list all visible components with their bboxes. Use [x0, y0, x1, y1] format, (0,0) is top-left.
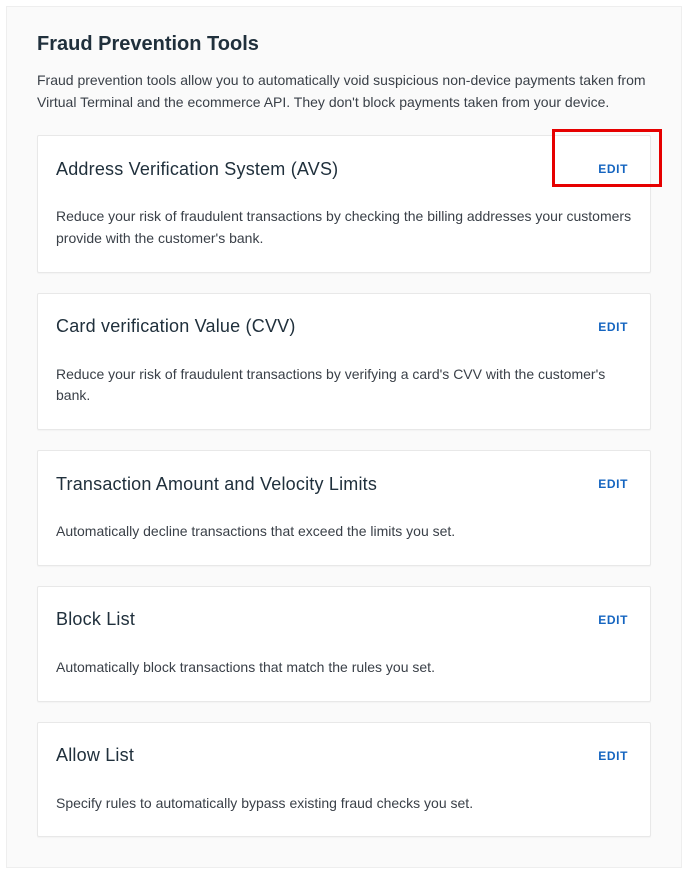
edit-button-blocklist[interactable]: EDIT: [594, 607, 632, 633]
edit-button-avs[interactable]: EDIT: [594, 156, 632, 182]
card-title-allowlist: Allow List: [56, 745, 134, 766]
card-title-cvv: Card verification Value (CVV): [56, 316, 296, 337]
card-header: Address Verification System (AVS) EDIT: [56, 156, 632, 182]
page-title: Fraud Prevention Tools: [37, 33, 651, 56]
card-header: Allow List EDIT: [56, 743, 632, 769]
card-body-velocity: Automatically decline transactions that …: [56, 521, 632, 543]
card-body-allowlist: Specify rules to automatically bypass ex…: [56, 793, 632, 815]
card-velocity: Transaction Amount and Velocity Limits E…: [37, 450, 651, 566]
card-allowlist: Allow List EDIT Specify rules to automat…: [37, 722, 651, 838]
edit-button-allowlist[interactable]: EDIT: [594, 743, 632, 769]
card-header: Transaction Amount and Velocity Limits E…: [56, 471, 632, 497]
card-body-avs: Reduce your risk of fraudulent transacti…: [56, 206, 632, 249]
edit-button-cvv[interactable]: EDIT: [594, 314, 632, 340]
page-description: Fraud prevention tools allow you to auto…: [37, 70, 651, 113]
fraud-tools-panel: Fraud Prevention Tools Fraud prevention …: [6, 6, 682, 868]
card-title-avs: Address Verification System (AVS): [56, 159, 338, 180]
card-cvv: Card verification Value (CVV) EDIT Reduc…: [37, 293, 651, 430]
card-header: Card verification Value (CVV) EDIT: [56, 314, 632, 340]
card-body-cvv: Reduce your risk of fraudulent transacti…: [56, 364, 632, 407]
edit-button-velocity[interactable]: EDIT: [594, 471, 632, 497]
card-body-blocklist: Automatically block transactions that ma…: [56, 657, 632, 679]
card-title-velocity: Transaction Amount and Velocity Limits: [56, 474, 377, 495]
card-blocklist: Block List EDIT Automatically block tran…: [37, 586, 651, 702]
card-header: Block List EDIT: [56, 607, 632, 633]
card-title-blocklist: Block List: [56, 609, 135, 630]
card-avs: Address Verification System (AVS) EDIT R…: [37, 135, 651, 272]
